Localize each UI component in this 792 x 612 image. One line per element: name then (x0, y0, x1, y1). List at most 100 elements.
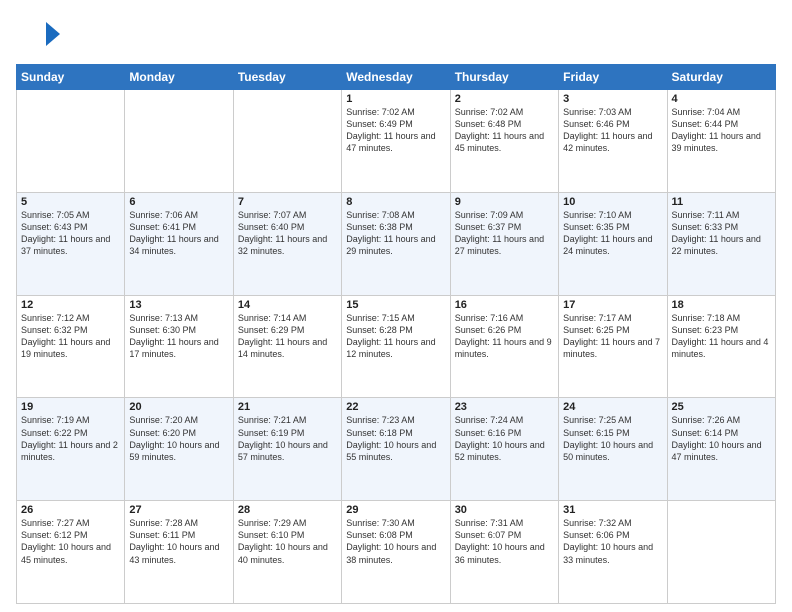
calendar-cell-5-6: 31Sunrise: 7:32 AM Sunset: 6:06 PM Dayli… (559, 501, 667, 604)
day-number: 25 (672, 401, 771, 413)
day-info: Sunrise: 7:15 AM Sunset: 6:28 PM Dayligh… (346, 312, 445, 361)
header (16, 12, 776, 56)
day-info: Sunrise: 7:29 AM Sunset: 6:10 PM Dayligh… (238, 517, 337, 566)
day-number: 24 (563, 401, 662, 413)
calendar-cell-4-5: 23Sunrise: 7:24 AM Sunset: 6:16 PM Dayli… (450, 398, 558, 501)
calendar-cell-2-2: 6Sunrise: 7:06 AM Sunset: 6:41 PM Daylig… (125, 192, 233, 295)
day-number: 4 (672, 93, 771, 105)
day-number: 18 (672, 299, 771, 311)
calendar-week-row-5: 26Sunrise: 7:27 AM Sunset: 6:12 PM Dayli… (17, 501, 776, 604)
day-info: Sunrise: 7:23 AM Sunset: 6:18 PM Dayligh… (346, 414, 445, 463)
calendar-cell-5-2: 27Sunrise: 7:28 AM Sunset: 6:11 PM Dayli… (125, 501, 233, 604)
calendar-cell-4-1: 19Sunrise: 7:19 AM Sunset: 6:22 PM Dayli… (17, 398, 125, 501)
day-info: Sunrise: 7:28 AM Sunset: 6:11 PM Dayligh… (129, 517, 228, 566)
day-number: 1 (346, 93, 445, 105)
calendar-cell-3-6: 17Sunrise: 7:17 AM Sunset: 6:25 PM Dayli… (559, 295, 667, 398)
calendar-cell-2-7: 11Sunrise: 7:11 AM Sunset: 6:33 PM Dayli… (667, 192, 775, 295)
day-info: Sunrise: 7:24 AM Sunset: 6:16 PM Dayligh… (455, 414, 554, 463)
calendar-cell-1-3 (233, 90, 341, 193)
day-number: 15 (346, 299, 445, 311)
day-number: 11 (672, 196, 771, 208)
day-info: Sunrise: 7:13 AM Sunset: 6:30 PM Dayligh… (129, 312, 228, 361)
calendar-cell-3-4: 15Sunrise: 7:15 AM Sunset: 6:28 PM Dayli… (342, 295, 450, 398)
calendar-cell-5-3: 28Sunrise: 7:29 AM Sunset: 6:10 PM Dayli… (233, 501, 341, 604)
day-info: Sunrise: 7:25 AM Sunset: 6:15 PM Dayligh… (563, 414, 662, 463)
page: SundayMondayTuesdayWednesdayThursdayFrid… (0, 0, 792, 612)
day-info: Sunrise: 7:02 AM Sunset: 6:49 PM Dayligh… (346, 106, 445, 155)
calendar-header-sunday: Sunday (17, 65, 125, 90)
calendar-week-row-2: 5Sunrise: 7:05 AM Sunset: 6:43 PM Daylig… (17, 192, 776, 295)
logo (16, 12, 64, 56)
day-number: 22 (346, 401, 445, 413)
day-info: Sunrise: 7:05 AM Sunset: 6:43 PM Dayligh… (21, 209, 120, 258)
calendar-cell-3-3: 14Sunrise: 7:14 AM Sunset: 6:29 PM Dayli… (233, 295, 341, 398)
day-number: 29 (346, 504, 445, 516)
calendar-cell-3-5: 16Sunrise: 7:16 AM Sunset: 6:26 PM Dayli… (450, 295, 558, 398)
day-number: 8 (346, 196, 445, 208)
day-number: 7 (238, 196, 337, 208)
logo-icon (16, 12, 60, 56)
day-info: Sunrise: 7:31 AM Sunset: 6:07 PM Dayligh… (455, 517, 554, 566)
day-number: 27 (129, 504, 228, 516)
calendar-cell-3-1: 12Sunrise: 7:12 AM Sunset: 6:32 PM Dayli… (17, 295, 125, 398)
calendar-header-friday: Friday (559, 65, 667, 90)
day-number: 10 (563, 196, 662, 208)
calendar-cell-2-3: 7Sunrise: 7:07 AM Sunset: 6:40 PM Daylig… (233, 192, 341, 295)
calendar-cell-1-4: 1Sunrise: 7:02 AM Sunset: 6:49 PM Daylig… (342, 90, 450, 193)
calendar-cell-1-1 (17, 90, 125, 193)
calendar-cell-5-1: 26Sunrise: 7:27 AM Sunset: 6:12 PM Dayli… (17, 501, 125, 604)
day-number: 20 (129, 401, 228, 413)
calendar-cell-2-4: 8Sunrise: 7:08 AM Sunset: 6:38 PM Daylig… (342, 192, 450, 295)
day-info: Sunrise: 7:07 AM Sunset: 6:40 PM Dayligh… (238, 209, 337, 258)
day-info: Sunrise: 7:10 AM Sunset: 6:35 PM Dayligh… (563, 209, 662, 258)
day-number: 2 (455, 93, 554, 105)
day-info: Sunrise: 7:30 AM Sunset: 6:08 PM Dayligh… (346, 517, 445, 566)
calendar-week-row-4: 19Sunrise: 7:19 AM Sunset: 6:22 PM Dayli… (17, 398, 776, 501)
calendar-cell-5-4: 29Sunrise: 7:30 AM Sunset: 6:08 PM Dayli… (342, 501, 450, 604)
day-info: Sunrise: 7:12 AM Sunset: 6:32 PM Dayligh… (21, 312, 120, 361)
day-number: 28 (238, 504, 337, 516)
calendar-cell-1-6: 3Sunrise: 7:03 AM Sunset: 6:46 PM Daylig… (559, 90, 667, 193)
calendar-cell-4-7: 25Sunrise: 7:26 AM Sunset: 6:14 PM Dayli… (667, 398, 775, 501)
day-info: Sunrise: 7:20 AM Sunset: 6:20 PM Dayligh… (129, 414, 228, 463)
calendar-week-row-3: 12Sunrise: 7:12 AM Sunset: 6:32 PM Dayli… (17, 295, 776, 398)
day-info: Sunrise: 7:17 AM Sunset: 6:25 PM Dayligh… (563, 312, 662, 361)
calendar-cell-2-5: 9Sunrise: 7:09 AM Sunset: 6:37 PM Daylig… (450, 192, 558, 295)
calendar-cell-5-7 (667, 501, 775, 604)
day-info: Sunrise: 7:18 AM Sunset: 6:23 PM Dayligh… (672, 312, 771, 361)
day-number: 19 (21, 401, 120, 413)
day-info: Sunrise: 7:08 AM Sunset: 6:38 PM Dayligh… (346, 209, 445, 258)
day-info: Sunrise: 7:02 AM Sunset: 6:48 PM Dayligh… (455, 106, 554, 155)
calendar-header-row: SundayMondayTuesdayWednesdayThursdayFrid… (17, 65, 776, 90)
calendar-cell-3-2: 13Sunrise: 7:13 AM Sunset: 6:30 PM Dayli… (125, 295, 233, 398)
day-info: Sunrise: 7:21 AM Sunset: 6:19 PM Dayligh… (238, 414, 337, 463)
calendar-cell-4-6: 24Sunrise: 7:25 AM Sunset: 6:15 PM Dayli… (559, 398, 667, 501)
day-number: 6 (129, 196, 228, 208)
calendar-header-thursday: Thursday (450, 65, 558, 90)
day-number: 16 (455, 299, 554, 311)
day-info: Sunrise: 7:06 AM Sunset: 6:41 PM Dayligh… (129, 209, 228, 258)
day-number: 31 (563, 504, 662, 516)
day-info: Sunrise: 7:09 AM Sunset: 6:37 PM Dayligh… (455, 209, 554, 258)
day-info: Sunrise: 7:11 AM Sunset: 6:33 PM Dayligh… (672, 209, 771, 258)
calendar-cell-2-1: 5Sunrise: 7:05 AM Sunset: 6:43 PM Daylig… (17, 192, 125, 295)
day-number: 21 (238, 401, 337, 413)
calendar-header-tuesday: Tuesday (233, 65, 341, 90)
calendar-cell-4-3: 21Sunrise: 7:21 AM Sunset: 6:19 PM Dayli… (233, 398, 341, 501)
day-info: Sunrise: 7:26 AM Sunset: 6:14 PM Dayligh… (672, 414, 771, 463)
calendar-cell-3-7: 18Sunrise: 7:18 AM Sunset: 6:23 PM Dayli… (667, 295, 775, 398)
calendar-cell-1-5: 2Sunrise: 7:02 AM Sunset: 6:48 PM Daylig… (450, 90, 558, 193)
day-number: 12 (21, 299, 120, 311)
calendar-table: SundayMondayTuesdayWednesdayThursdayFrid… (16, 64, 776, 604)
day-info: Sunrise: 7:03 AM Sunset: 6:46 PM Dayligh… (563, 106, 662, 155)
day-number: 14 (238, 299, 337, 311)
day-number: 5 (21, 196, 120, 208)
calendar-header-monday: Monday (125, 65, 233, 90)
day-number: 17 (563, 299, 662, 311)
day-number: 3 (563, 93, 662, 105)
calendar-cell-5-5: 30Sunrise: 7:31 AM Sunset: 6:07 PM Dayli… (450, 501, 558, 604)
calendar-cell-4-4: 22Sunrise: 7:23 AM Sunset: 6:18 PM Dayli… (342, 398, 450, 501)
calendar-header-wednesday: Wednesday (342, 65, 450, 90)
day-number: 30 (455, 504, 554, 516)
calendar-cell-1-2 (125, 90, 233, 193)
